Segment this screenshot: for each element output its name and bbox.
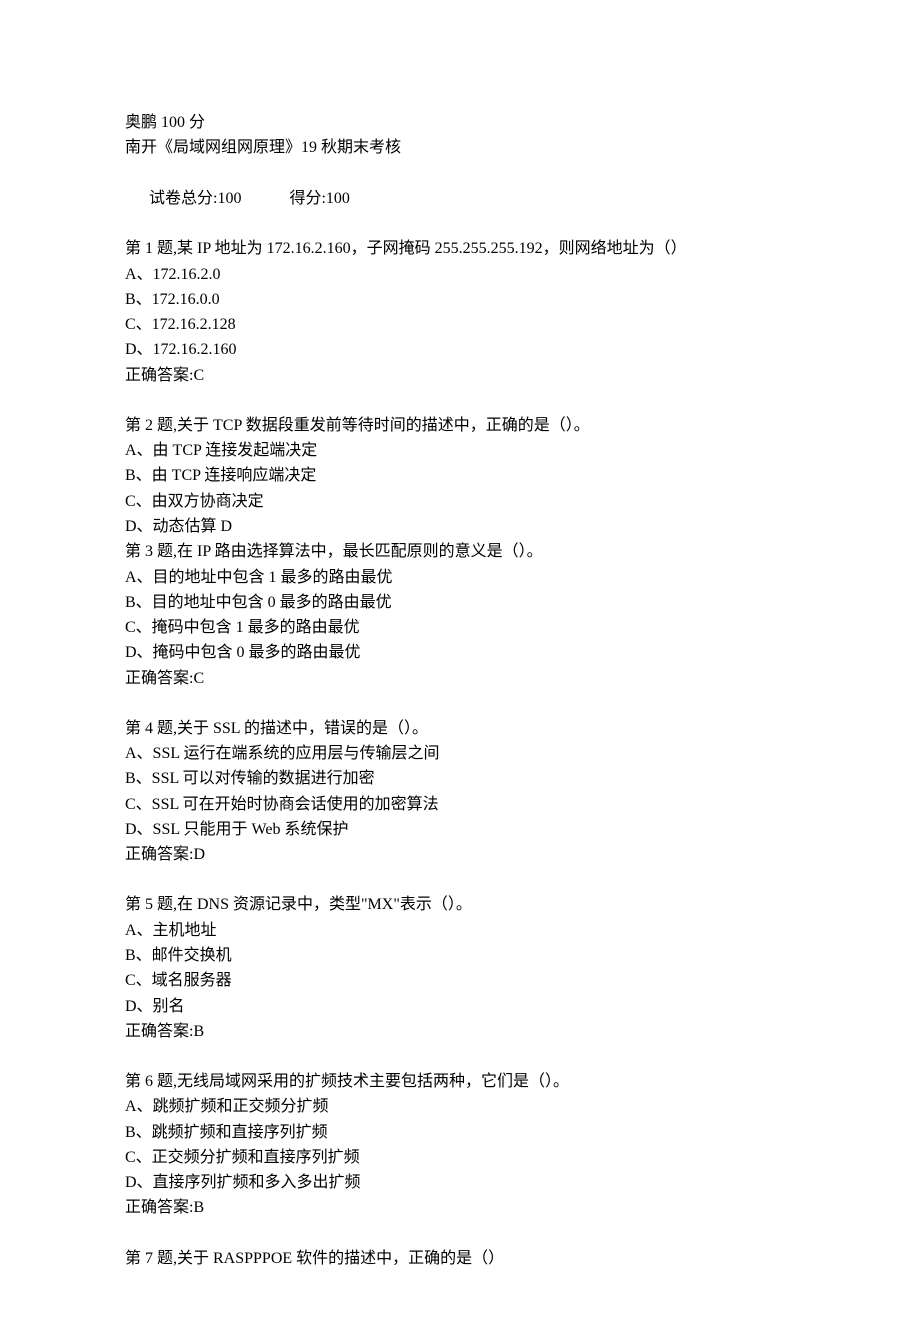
question-answer: 正确答案:C xyxy=(125,363,795,388)
question-option: B、跳频扩频和直接序列扩频 xyxy=(125,1120,795,1145)
header-block: 奥鹏 100 分 南开《局域网组网原理》19 秋期末考核 试卷总分:100 得分:… xyxy=(125,110,795,236)
question-block: 第 6 题,无线局域网采用的扩频技术主要包括两种，它们是（）。A、跳频扩频和正交… xyxy=(125,1069,795,1221)
question-block: 第 4 题,关于 SSL 的描述中，错误的是（）。A、SSL 运行在端系统的应用… xyxy=(125,716,795,868)
question-block: 第 7 题,关于 RASPPPOE 软件的描述中，正确的是（） xyxy=(125,1246,795,1271)
question-block: 第 5 题,在 DNS 资源记录中，类型"MX"表示（）。A、主机地址B、邮件交… xyxy=(125,892,795,1044)
question-stem: 第 7 题,关于 RASPPPOE 软件的描述中，正确的是（） xyxy=(125,1246,795,1271)
question-option: A、由 TCP 连接发起端决定 xyxy=(125,438,795,463)
question-stem: 第 1 题,某 IP 地址为 172.16.2.160，子网掩码 255.255… xyxy=(125,236,795,261)
question-option: D、172.16.2.160 xyxy=(125,337,795,362)
question-option: B、邮件交换机 xyxy=(125,943,795,968)
score-got: 得分:100 xyxy=(289,190,349,207)
document-page: 奥鹏 100 分 南开《局域网组网原理》19 秋期末考核 试卷总分:100 得分:… xyxy=(0,0,920,1331)
question-stem: 第 2 题,关于 TCP 数据段重发前等待时间的描述中，正确的是（）。 xyxy=(125,413,795,438)
question-option: A、SSL 运行在端系统的应用层与传输层之间 xyxy=(125,741,795,766)
question-block: 第 2 题,关于 TCP 数据段重发前等待时间的描述中，正确的是（）。A、由 T… xyxy=(125,413,795,539)
question-option: C、掩码中包含 1 最多的路由最优 xyxy=(125,615,795,640)
question-stem: 第 6 题,无线局域网采用的扩频技术主要包括两种，它们是（）。 xyxy=(125,1069,795,1094)
question-answer: 正确答案:B xyxy=(125,1019,795,1044)
question-option: A、主机地址 xyxy=(125,918,795,943)
question-stem: 第 5 题,在 DNS 资源记录中，类型"MX"表示（）。 xyxy=(125,892,795,917)
question-option: B、由 TCP 连接响应端决定 xyxy=(125,463,795,488)
questions-container: 第 1 题,某 IP 地址为 172.16.2.160，子网掩码 255.255… xyxy=(125,236,795,1271)
question-option: C、域名服务器 xyxy=(125,968,795,993)
question-option: B、172.16.0.0 xyxy=(125,287,795,312)
question-option: D、SSL 只能用于 Web 系统保护 xyxy=(125,817,795,842)
question-option: C、正交频分扩频和直接序列扩频 xyxy=(125,1145,795,1170)
score-total: 试卷总分:100 xyxy=(149,190,241,207)
question-option: C、SSL 可在开始时协商会话使用的加密算法 xyxy=(125,792,795,817)
course-line: 南开《局域网组网原理》19 秋期末考核 xyxy=(125,135,795,160)
question-option: B、SSL 可以对传输的数据进行加密 xyxy=(125,766,795,791)
question-option: D、动态估算 D xyxy=(125,514,795,539)
score-line: 试卷总分:100 得分:100 xyxy=(125,161,795,237)
question-block: 第 1 题,某 IP 地址为 172.16.2.160，子网掩码 255.255… xyxy=(125,236,795,388)
question-answer: 正确答案:C xyxy=(125,666,795,691)
question-option: A、跳频扩频和正交频分扩频 xyxy=(125,1094,795,1119)
question-stem: 第 3 题,在 IP 路由选择算法中，最长匹配原则的意义是（）。 xyxy=(125,539,795,564)
question-stem: 第 4 题,关于 SSL 的描述中，错误的是（）。 xyxy=(125,716,795,741)
question-option: A、目的地址中包含 1 最多的路由最优 xyxy=(125,565,795,590)
question-answer: 正确答案:B xyxy=(125,1195,795,1220)
question-option: D、直接序列扩频和多入多出扩频 xyxy=(125,1170,795,1195)
question-option: C、由双方协商决定 xyxy=(125,489,795,514)
question-option: C、172.16.2.128 xyxy=(125,312,795,337)
question-option: B、目的地址中包含 0 最多的路由最优 xyxy=(125,590,795,615)
question-answer: 正确答案:D xyxy=(125,842,795,867)
question-option: D、掩码中包含 0 最多的路由最优 xyxy=(125,640,795,665)
question-option: D、别名 xyxy=(125,994,795,1019)
title-line: 奥鹏 100 分 xyxy=(125,110,795,135)
question-option: A、172.16.2.0 xyxy=(125,262,795,287)
question-block: 第 3 题,在 IP 路由选择算法中，最长匹配原则的意义是（）。A、目的地址中包… xyxy=(125,539,795,691)
